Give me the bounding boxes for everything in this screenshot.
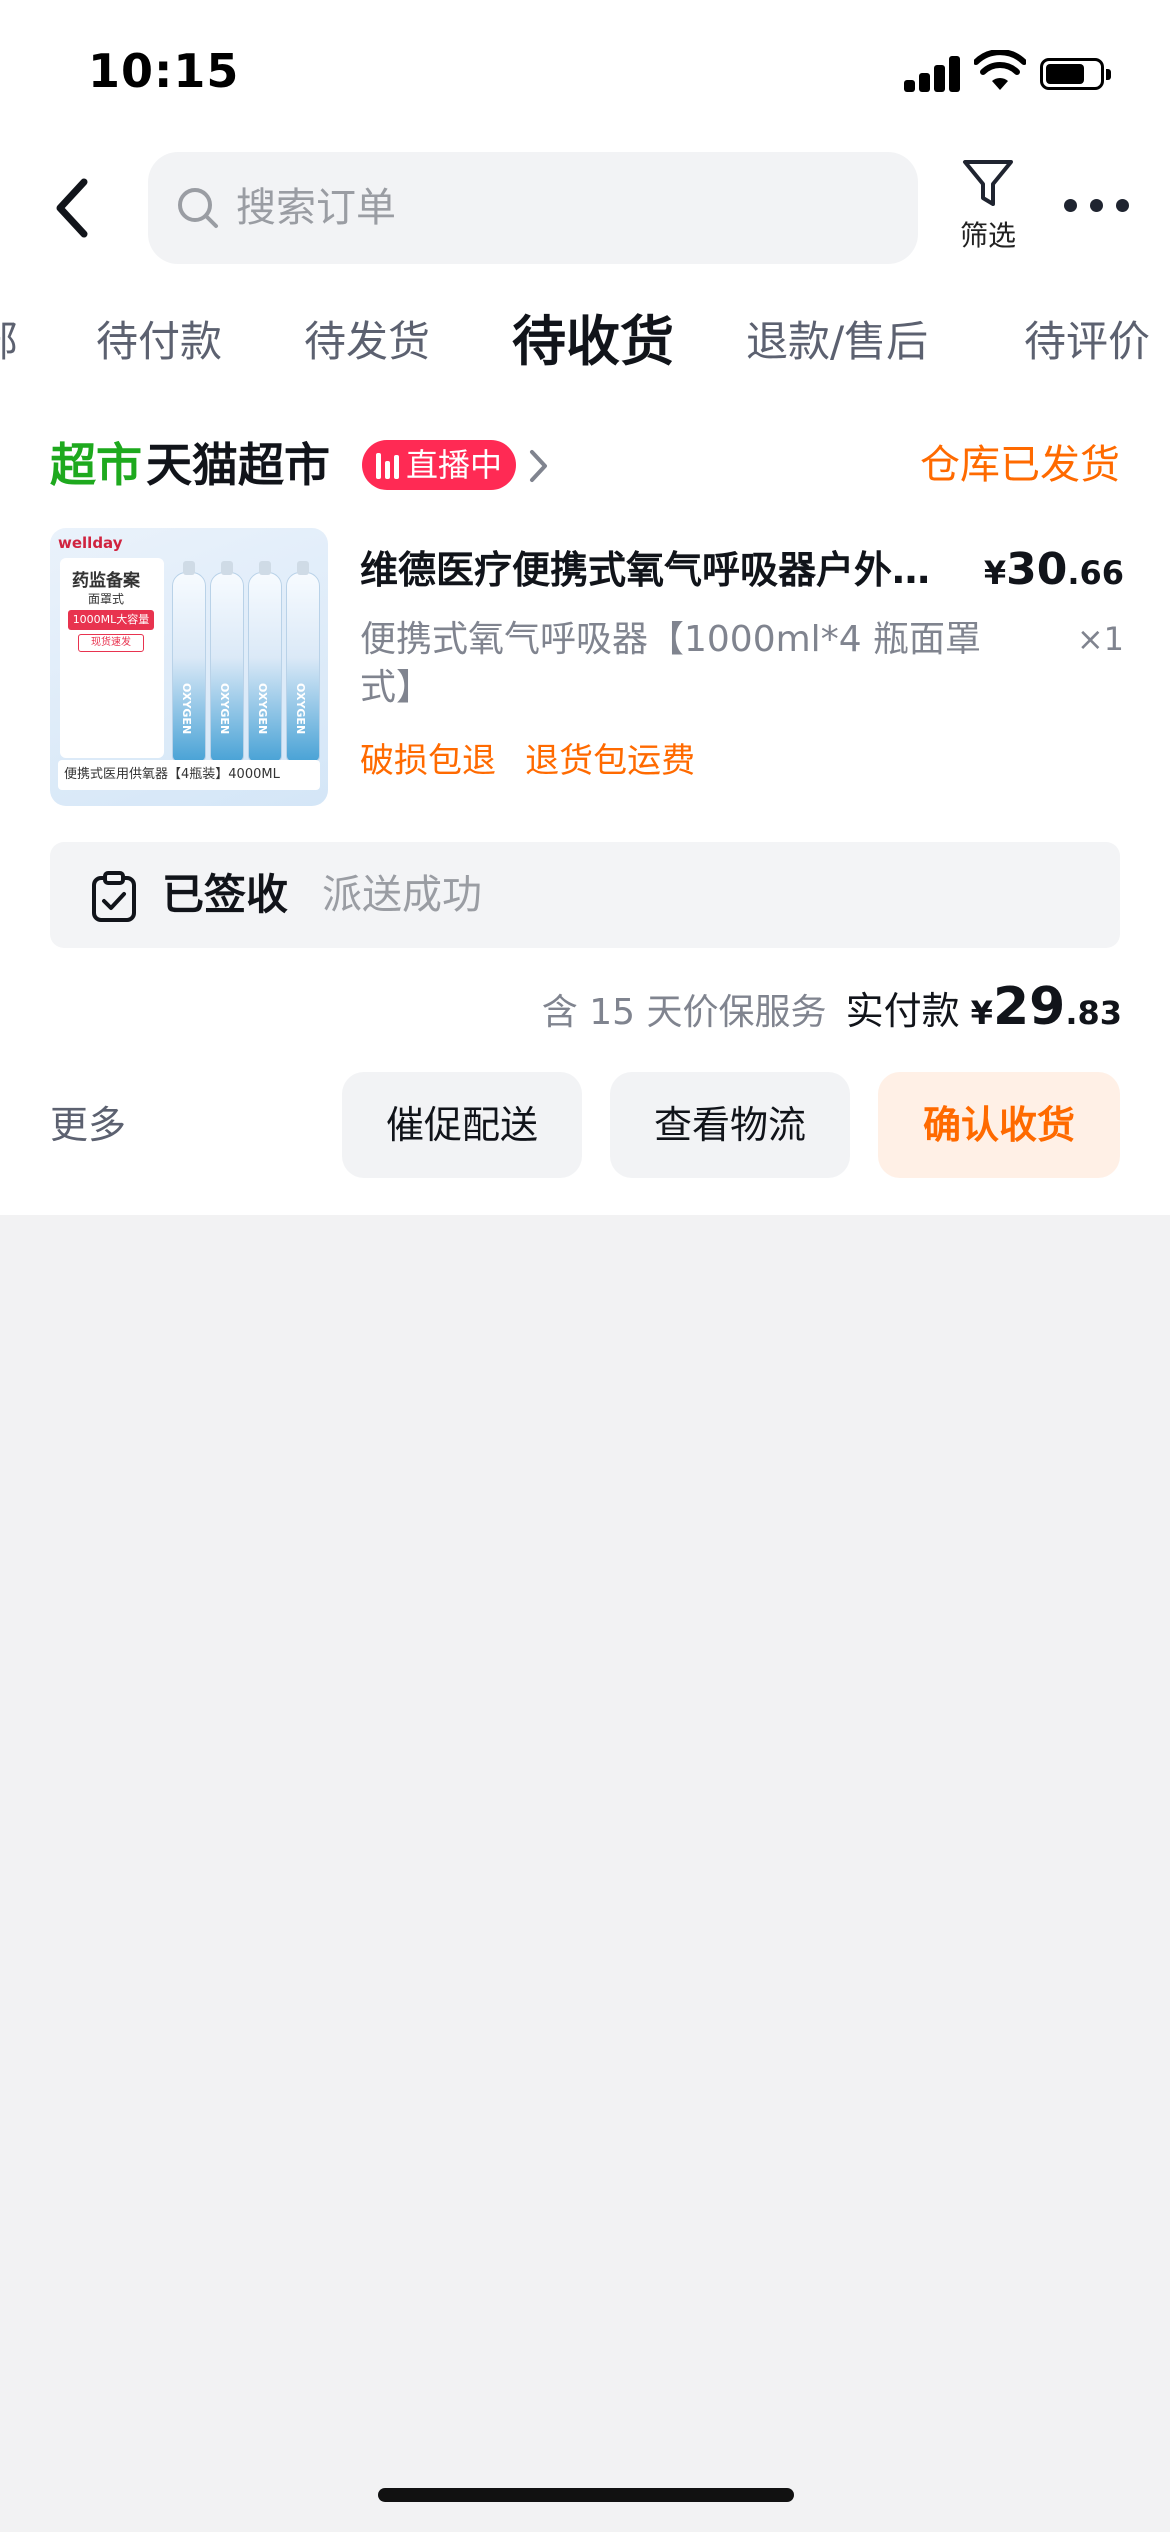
price-decimal: .66	[1067, 554, 1124, 592]
paid-currency: ¥	[970, 994, 993, 1032]
more-options-icon[interactable]	[1064, 190, 1130, 220]
search-placeholder: 搜索订单	[236, 185, 396, 231]
product-price: ¥30.66	[984, 542, 1124, 607]
cellular-signal-icon	[904, 56, 962, 92]
product-image-tag: 现货速发	[78, 634, 144, 652]
filter-label: 筛选	[959, 219, 1016, 252]
product-quantity: ×1	[1076, 620, 1124, 658]
order-tabs: 部 待付款 待发货 待收货 退款/售后 待评价	[0, 298, 1170, 386]
paid-label: 实付款	[845, 989, 960, 1033]
oxygen-bottle: OXYGEN	[248, 561, 282, 762]
paid-amount-decimal: .83	[1065, 994, 1122, 1032]
store-name[interactable]: 天猫超市	[146, 430, 330, 500]
oxygen-bottle: OXYGEN	[210, 561, 244, 762]
live-bars-icon	[376, 453, 400, 479]
confirm-receipt-button[interactable]: 确认收货	[878, 1072, 1120, 1178]
status-time: 10:15	[88, 44, 240, 98]
tab-partial-prev[interactable]: 部	[0, 298, 18, 386]
price-protect-note: 含 15 天价保服务	[541, 992, 827, 1033]
product-image-subtitle: 面罩式	[88, 592, 125, 606]
product-image-card: 药监备案 面罩式 1000ML大容量 现货速发	[60, 558, 164, 758]
payment-summary: 含 15 天价保服务 实付款 ¥29.83	[542, 972, 1122, 1042]
product-image[interactable]: wellday 药监备案 面罩式 1000ML大容量 现货速发 OXYGEN O…	[50, 528, 328, 806]
tab-pending-shipment[interactable]: 待发货	[304, 298, 430, 386]
home-indicator[interactable]	[378, 2488, 794, 2502]
store-row[interactable]: 超市 天猫超市 直播中 仓库已发货	[50, 430, 1120, 500]
tab-pending-receipt[interactable]: 待收货	[512, 298, 674, 386]
product-title[interactable]: 维德医疗便携式氧气呼吸器户外…	[360, 542, 970, 598]
delivery-status: 已签收	[162, 870, 289, 919]
product-spec: 便携式氧气呼吸器【1000ml*4 瓶面罩式】	[360, 619, 982, 708]
product-image-title: 药监备案	[72, 571, 140, 591]
service-tags: 破损包退 退货包运费	[360, 733, 719, 789]
urge-delivery-button[interactable]: 催促配送	[342, 1072, 582, 1178]
service-tag-return-shipping: 退货包运费	[525, 741, 696, 781]
delivery-status-box[interactable]: 已签收 派送成功	[50, 842, 1120, 948]
delivery-detail: 派送成功	[322, 872, 482, 918]
live-label: 直播中	[406, 446, 503, 484]
product-image-brand: wellday	[58, 534, 123, 552]
order-page: 10:15 搜索订单 筛选 待付款 待发货 待收货 退款/售后 待评价 超市 天…	[0, 0, 1170, 1215]
live-badge[interactable]: 直播中	[362, 440, 516, 490]
clipboard-check-icon	[92, 871, 136, 922]
paid-amount-integer: 29	[992, 977, 1066, 1037]
price-currency: ¥	[983, 554, 1007, 592]
back-button[interactable]	[44, 170, 104, 246]
battery-icon	[1040, 58, 1111, 90]
price-integer: 30	[1006, 544, 1068, 595]
status-bar: 10:15	[0, 0, 1170, 140]
view-logistics-button[interactable]: 查看物流	[610, 1072, 850, 1178]
tab-pending-payment[interactable]: 待付款	[96, 298, 222, 386]
product-image-tag: 1000ML大容量	[68, 610, 154, 630]
wifi-icon	[974, 50, 1026, 90]
filter-button[interactable]: 筛选	[948, 156, 1028, 266]
filter-icon	[963, 160, 1013, 206]
oxygen-bottle: OXYGEN	[172, 561, 206, 762]
shipping-status: 仓库已发货	[920, 442, 1120, 488]
tab-pending-review[interactable]: 待评价	[1024, 298, 1150, 386]
tab-refund-aftersale[interactable]: 退款/售后	[746, 298, 928, 386]
chevron-right-icon	[530, 450, 547, 482]
service-tag-damage-refund: 破损包退	[360, 741, 496, 781]
search-input[interactable]: 搜索订单	[148, 152, 918, 264]
product-image-footer: 便携式医用供氧器【4瓶装】4000ML	[58, 760, 320, 790]
oxygen-bottle: OXYGEN	[286, 561, 320, 762]
store-badge: 超市	[50, 438, 142, 492]
search-icon	[178, 188, 218, 228]
more-actions-link[interactable]: 更多	[50, 1072, 126, 1178]
